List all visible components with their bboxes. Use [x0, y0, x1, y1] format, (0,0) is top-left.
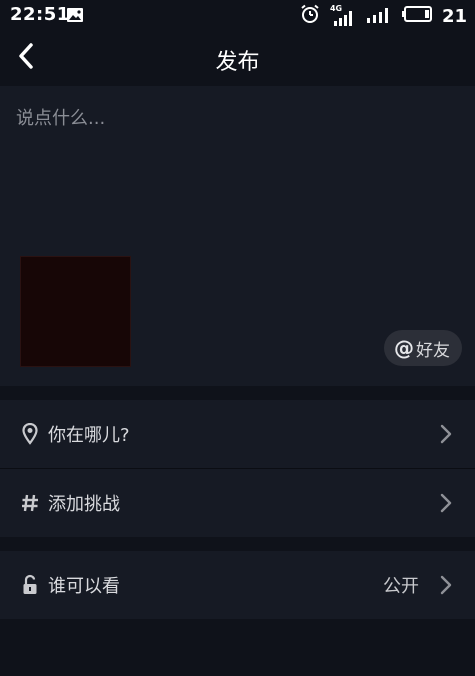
visibility-row[interactable]: 谁可以看 公开: [0, 551, 475, 619]
nav-bar: 发布: [0, 30, 475, 86]
battery-icon: [401, 6, 432, 27]
page-title: 发布: [215, 50, 260, 75]
hashtag-icon: [20, 492, 40, 514]
battery-level: 21: [441, 6, 467, 27]
signal-icon: [366, 4, 392, 29]
chevron-right-icon: [439, 424, 453, 444]
status-bar: 22:51 4G 21: [0, 0, 475, 30]
challenge-label: 添加挑战: [48, 494, 120, 515]
caption-input[interactable]: [16, 104, 456, 244]
mention-friends-button[interactable]: @ 好友: [384, 330, 462, 366]
chevron-right-icon: [439, 493, 453, 513]
status-time: 22:51: [10, 4, 70, 25]
location-row[interactable]: 你在哪儿?: [0, 400, 475, 468]
image-notification-icon: [66, 7, 84, 27]
alarm-icon: [300, 4, 320, 29]
visibility-label: 谁可以看: [48, 576, 120, 597]
mention-label: 好友: [416, 340, 450, 361]
challenge-row[interactable]: 添加挑战: [0, 469, 475, 537]
compose-panel: @ 好友: [0, 86, 475, 386]
chevron-right-icon: [439, 575, 453, 595]
unlock-icon: [20, 574, 40, 596]
location-label: 你在哪儿?: [48, 425, 130, 446]
location-pin-icon: [20, 423, 40, 445]
status-right: 4G 21: [300, 4, 467, 29]
visibility-value: 公开: [383, 576, 419, 597]
signal-4g-icon: 4G: [330, 4, 356, 27]
at-icon: @: [394, 336, 414, 360]
video-thumbnail[interactable]: [20, 256, 131, 367]
